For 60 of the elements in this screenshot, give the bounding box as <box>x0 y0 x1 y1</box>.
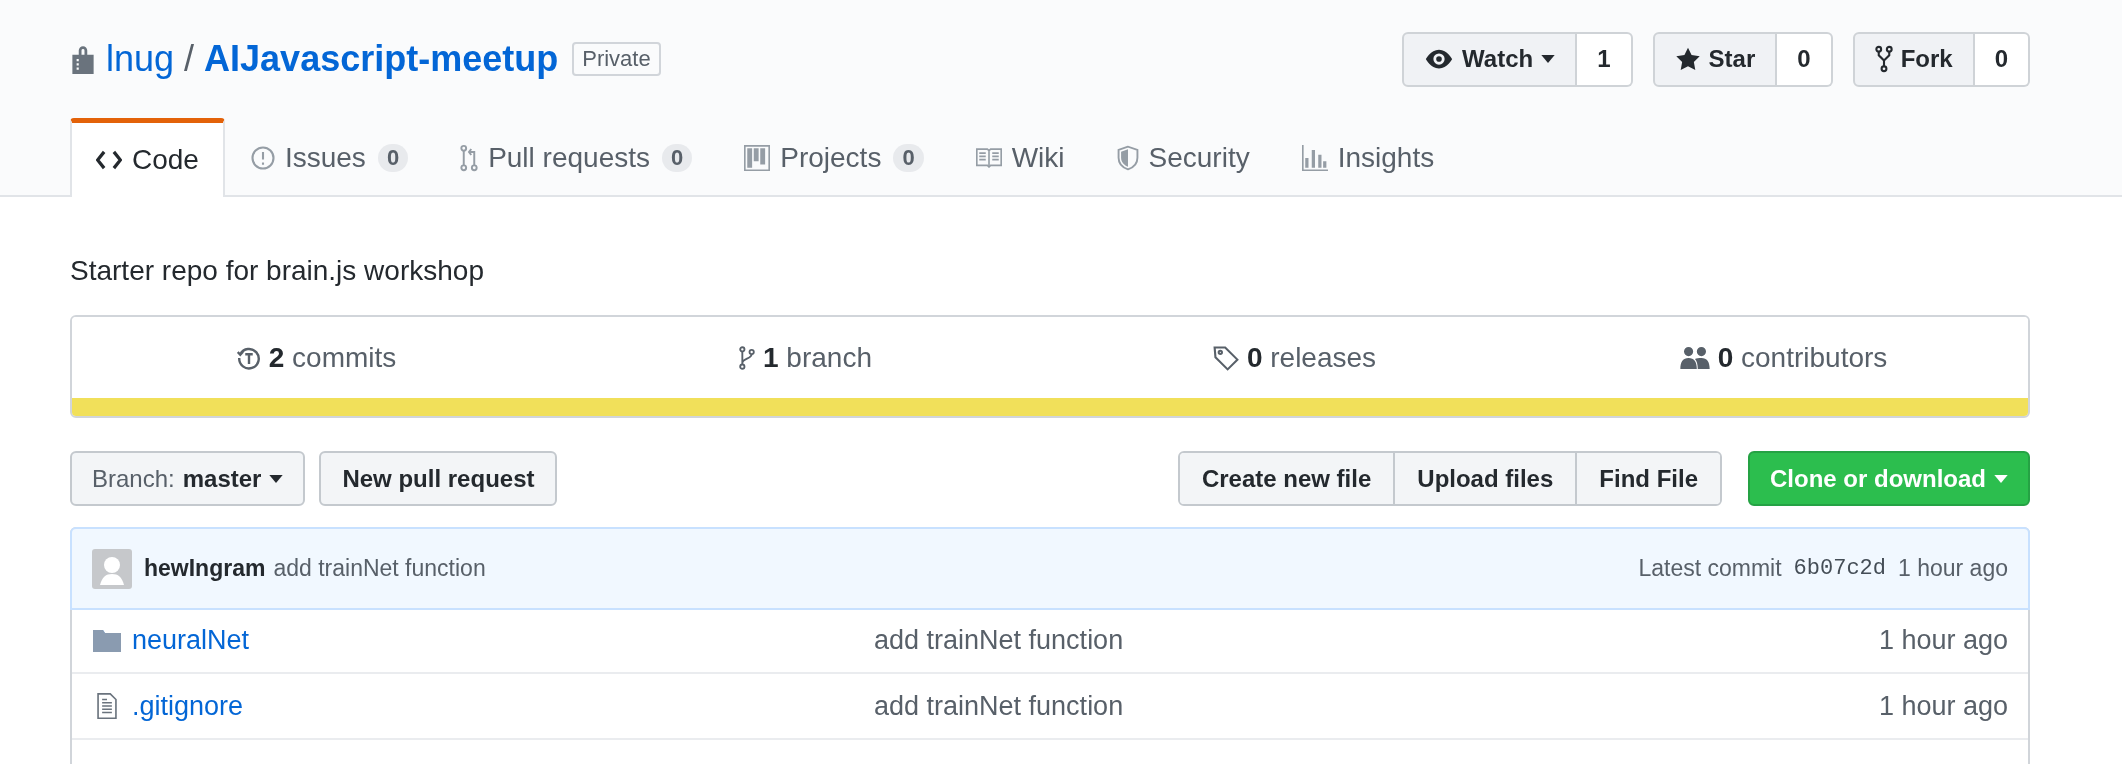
summary-link[interactable]: 2 commits <box>268 336 397 379</box>
summary-link[interactable]: 0 releases <box>1246 336 1377 379</box>
pull-request-icon <box>460 143 479 172</box>
file-action-button[interactable]: Upload files <box>1393 453 1576 504</box>
count-link[interactable]: 1 <box>1577 31 1633 87</box>
file-link[interactable]: .gitignore <box>132 690 244 721</box>
counter-badge: 0 <box>377 143 409 172</box>
file-action-button[interactable]: Find File <box>1575 453 1720 504</box>
tag-icon <box>1212 344 1239 371</box>
watch-button[interactable]: Watch <box>1402 31 1578 87</box>
repo-tab[interactable]: Code <box>70 118 225 197</box>
caret-icon <box>1541 55 1556 63</box>
fork-icon <box>1874 45 1893 73</box>
repo-tab[interactable]: Wiki <box>949 118 1091 197</box>
repo-name-link[interactable]: AIJavascript-meetup <box>204 41 559 77</box>
book-icon <box>975 147 1002 168</box>
folder-icon <box>93 628 121 652</box>
counter-badge: 0 <box>893 143 924 172</box>
shield-icon <box>1116 144 1139 171</box>
fork-button[interactable]: Fork <box>1852 31 1975 87</box>
repo-tab[interactable]: Security <box>1090 118 1276 197</box>
commit-time: 1 hour ago <box>1898 554 2008 584</box>
avatar[interactable] <box>92 548 132 589</box>
bar-graph-icon <box>1301 144 1328 171</box>
commit-sha-link[interactable]: 6b07c2d <box>1793 552 1886 585</box>
caret-icon <box>1994 474 2008 483</box>
star-button[interactable]: Star <box>1652 31 1778 87</box>
repo-tab[interactable]: Insights <box>1275 118 1461 197</box>
count-link[interactable]: 0 <box>1974 31 2030 87</box>
star-icon <box>1674 46 1701 72</box>
commit-message-link[interactable]: add trainNet function <box>273 551 486 586</box>
count-link[interactable]: 0 <box>1777 31 1833 87</box>
issue-icon <box>250 145 275 170</box>
folder-link[interactable]: neuralNet <box>132 624 250 655</box>
file-action-button[interactable]: Create new file <box>1179 453 1394 504</box>
new-pull-request-button[interactable]: New pull request <box>319 451 558 506</box>
caret-icon <box>269 474 284 483</box>
project-board-icon <box>744 144 771 171</box>
code-icon <box>96 150 122 170</box>
branch-icon <box>739 344 755 371</box>
path-separator: / <box>184 41 195 77</box>
branch-select[interactable]: Branch: master <box>70 451 306 506</box>
history-icon <box>236 345 261 370</box>
repo-tab[interactable]: Issues 0 <box>224 118 435 197</box>
latest-commit-label: Latest commit <box>1638 554 1782 584</box>
repo-description: Starter repo for brain.js workshop <box>70 254 485 288</box>
commit-author-link[interactable]: hewIngram <box>144 551 266 586</box>
commit-age: 1 hour ago <box>1878 689 2008 723</box>
people-icon <box>1679 346 1710 369</box>
visibility-label: Private <box>572 42 661 76</box>
summary-link[interactable]: 1 branch <box>763 336 872 379</box>
commit-age: 1 hour ago <box>1878 623 2008 657</box>
summary-link[interactable]: 0 contributors <box>1717 336 1888 379</box>
owner-link[interactable]: lnug <box>106 41 175 77</box>
repo-tab[interactable]: Pull requests 0 <box>434 118 719 197</box>
file-icon <box>97 693 117 719</box>
commit-message-link[interactable]: add trainNet function <box>874 690 1124 721</box>
counter-badge: 0 <box>662 143 693 172</box>
commit-message-link[interactable]: add trainNet function <box>874 624 1124 655</box>
repo-tab[interactable]: Projects 0 <box>718 118 950 197</box>
